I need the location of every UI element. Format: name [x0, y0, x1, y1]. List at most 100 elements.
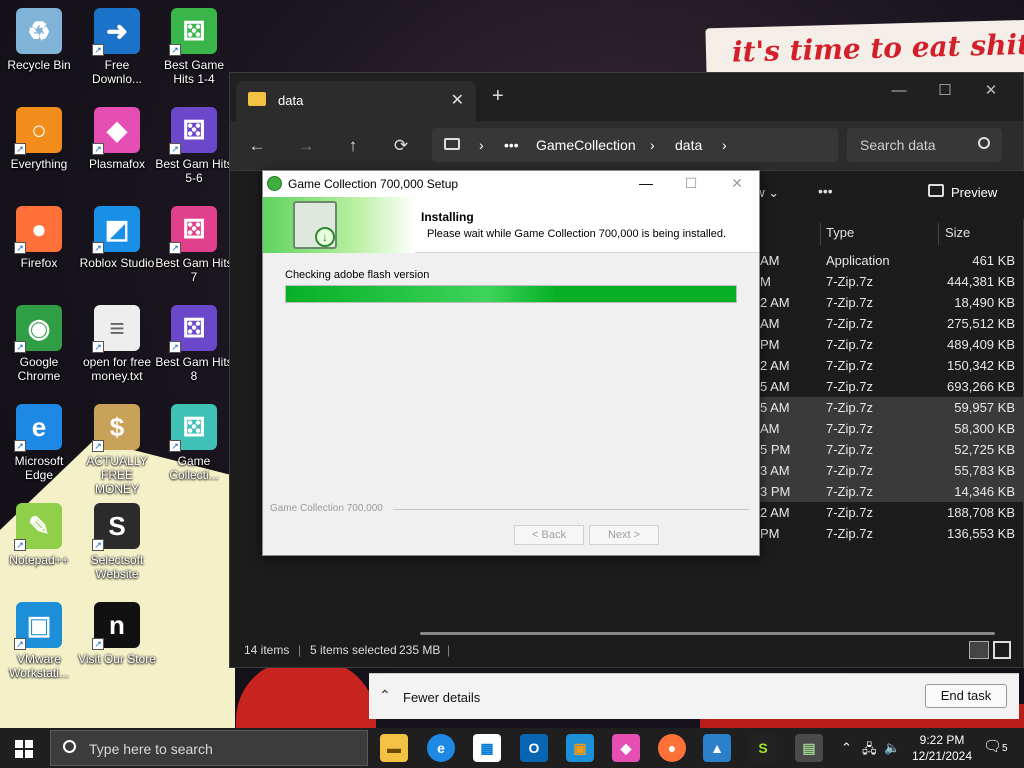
download-arrow-icon: ↓	[315, 227, 335, 247]
cell-date-modified: 5 AM	[760, 400, 790, 415]
back-button[interactable]: ←	[246, 135, 268, 157]
end-task-button[interactable]: End task	[925, 684, 1007, 708]
divider	[393, 509, 749, 510]
setup-dialog: Game Collection 700,000 Setup — ☐ ✕ ↓ In…	[262, 170, 760, 556]
desktop-icon[interactable]: ◩ ↗ Roblox Studio	[78, 206, 156, 270]
details-view-icon[interactable]	[969, 641, 989, 659]
fewer-details-link[interactable]: Fewer details	[403, 690, 480, 705]
up-button[interactable]: ↑	[342, 135, 364, 157]
desktop-icon[interactable]: e ↗ Microsoft Edge	[0, 404, 78, 482]
tiles-view-icon[interactable]	[993, 641, 1011, 659]
volume-muted-icon[interactable]: 🔈	[884, 740, 900, 756]
desktop-icon[interactable]: ⚄ ↗ Best Gam Hits 8	[155, 305, 233, 383]
explorer-tab-bar: data ✕ + — ☐ ✕	[230, 73, 1023, 121]
see-more-button[interactable]: •••	[818, 183, 833, 199]
breadcrumb-data[interactable]: data	[675, 137, 702, 153]
install-box-icon: ↓	[293, 201, 337, 249]
purple-dice-icon: ⚄ ↗	[169, 107, 217, 155]
chevron-up-icon[interactable]: ⌃	[841, 740, 852, 756]
file-explorer-icon[interactable]: ▬	[380, 734, 408, 762]
desktop-icon[interactable]: ▣ ↗ VMware Workstati...	[0, 602, 78, 680]
cell-size: 150,342 KB	[947, 358, 1015, 373]
desktop-icon-label: open for free money.txt	[82, 355, 152, 383]
desktop-icon[interactable]: ➜ ↗ Free Downlo...	[78, 8, 156, 86]
close-button[interactable]: ✕	[722, 173, 752, 193]
installer-icon	[267, 176, 282, 191]
download-arrow-icon: ➜ ↗	[92, 8, 140, 56]
desktop-icon[interactable]: ♻ Recycle Bin	[0, 8, 78, 72]
firefox-icon[interactable]: ●	[658, 734, 686, 762]
refresh-button[interactable]: ⟳	[390, 135, 412, 157]
desktop-icon[interactable]: ⚄ ↗ Best Gam Hits 7	[155, 206, 233, 284]
forward-button[interactable]: →	[295, 135, 317, 157]
desktop-icon[interactable]: ✎ ↗ Notepad++	[0, 503, 78, 567]
start-button[interactable]	[0, 728, 48, 768]
vmware-icon: ▣ ↗	[14, 602, 62, 650]
selected-count: 5 items selected	[310, 643, 397, 657]
more-locations-icon[interactable]: •••	[504, 137, 519, 153]
installer-taskbar-icon[interactable]: ▤	[795, 734, 823, 762]
desktop-icon[interactable]: ◆ ↗ Plasmafox	[78, 107, 156, 171]
cell-size: 188,708 KB	[947, 505, 1015, 520]
selectsoft-icon[interactable]: S	[749, 734, 777, 762]
cell-size: 18,490 KB	[954, 295, 1015, 310]
cell-type: 7-Zip.7z	[826, 337, 873, 352]
close-window-button[interactable]: ✕	[968, 77, 1014, 105]
desktop-icon[interactable]: ⚄ ↗ Best Gam Hits 5-6	[155, 107, 233, 185]
address-bar[interactable]: › ••• GameCollection › data ›	[432, 128, 838, 162]
this-pc-icon	[444, 138, 460, 150]
desktop-icon-label: Plasmafox	[88, 157, 146, 171]
setup-title-bar: Game Collection 700,000 Setup — ☐ ✕	[263, 171, 759, 197]
desktop-icon[interactable]: $ ↗ ACTUALLY FREE MONEY	[78, 404, 156, 496]
horizontal-scrollbar[interactable]	[420, 632, 995, 635]
taskbar: Type here to search ▬ e ▦ O ▣ ◆ ● ▲ S ▤ …	[0, 728, 1024, 768]
minimize-button[interactable]: —	[631, 173, 661, 193]
photos-icon[interactable]: ▲	[703, 734, 731, 762]
desktop-icon[interactable]: ≡ ↗ open for free money.txt	[78, 305, 156, 383]
magnifier-icon: ○ ↗	[14, 107, 62, 155]
search-icon	[63, 740, 76, 753]
taskbar-search-box[interactable]: Type here to search	[50, 730, 368, 766]
close-tab-icon[interactable]: ✕	[451, 90, 464, 110]
desktop-icon-label: Firefox	[20, 256, 58, 270]
chevron-up-icon[interactable]: ⌃	[379, 687, 391, 704]
minimize-button[interactable]: —	[876, 77, 922, 105]
shortcut-arrow-icon: ↗	[14, 242, 26, 254]
desktop-icon-label: Google Chrome	[17, 355, 61, 383]
maximize-button[interactable]: ☐	[676, 173, 706, 193]
desktop-icon[interactable]: ◉ ↗ Google Chrome	[0, 305, 78, 383]
install-progress-bar	[285, 285, 737, 303]
store-icon[interactable]: ▦	[473, 734, 501, 762]
new-tab-button[interactable]: +	[492, 85, 504, 108]
network-icon[interactable]: 🖧	[862, 740, 877, 762]
back-button[interactable]: < Back	[514, 525, 584, 545]
edge-icon[interactable]: e	[427, 734, 455, 762]
breadcrumb-gamecollection[interactable]: GameCollection	[536, 137, 636, 153]
desktop-icon[interactable]: ⚄ ↗ Game Collecti...	[155, 404, 233, 482]
desktop-icon[interactable]: ● ↗ Firefox	[0, 206, 78, 270]
maximize-button[interactable]: ☐	[922, 77, 968, 105]
next-button[interactable]: Next >	[589, 525, 659, 545]
column-header-type[interactable]: Type	[826, 219, 854, 247]
notifications-icon[interactable]: 🗨5	[983, 737, 1008, 755]
tab-data[interactable]: data ✕	[236, 81, 476, 121]
column-header-size[interactable]: Size	[945, 219, 970, 247]
cell-size: 275,512 KB	[947, 316, 1015, 331]
desktop-icon[interactable]: n ↗ Visit Our Store	[78, 602, 156, 666]
cell-type: Application	[826, 253, 890, 268]
desktop-icon[interactable]: ⚄ ↗ Best Game Hits 1-4	[155, 8, 233, 86]
desktop-icon[interactable]: S ↗ Selectsoft Website	[78, 503, 156, 581]
setup-title: Game Collection 700,000 Setup	[288, 177, 459, 191]
desktop-icon-label: Best Gam Hits 8	[155, 355, 233, 383]
desktop-icon[interactable]: ○ ↗ Everything	[0, 107, 78, 171]
vmware-icon[interactable]: ▣	[566, 734, 594, 762]
clock[interactable]: 9:22 PM 12/21/2024	[906, 732, 978, 764]
preview-button[interactable]: Preview	[951, 185, 997, 200]
setup-subheading: Please wait while Game Collection 700,00…	[427, 228, 727, 240]
cell-type: 7-Zip.7z	[826, 421, 873, 436]
text-file-icon: ≡ ↗	[92, 305, 140, 353]
search-placeholder: Search data	[860, 137, 936, 153]
outlook-icon[interactable]: O	[520, 734, 548, 762]
plasmafox-icon[interactable]: ◆	[612, 734, 640, 762]
search-box[interactable]: Search data	[847, 128, 1002, 162]
